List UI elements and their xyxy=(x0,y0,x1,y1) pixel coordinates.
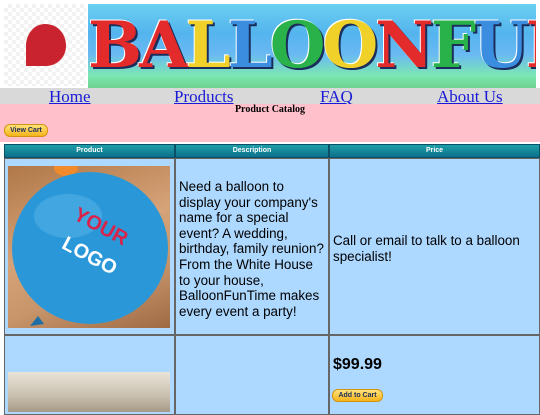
brand-letter: A xyxy=(139,8,189,83)
catalog-band: Product Catalog View Cart xyxy=(0,104,540,142)
table-row-1-price-cell: Call or email to talk to a balloon speci… xyxy=(329,158,540,335)
view-cart-button[interactable]: View Cart xyxy=(4,124,48,137)
product-image-2 xyxy=(8,372,170,412)
site-header: BALLOONFUNTIME xyxy=(0,0,540,88)
column-header-price: Price xyxy=(329,144,540,158)
brand-banner: BALLOONFUNTIME xyxy=(88,4,536,88)
logo xyxy=(4,4,86,86)
brand-letter: F xyxy=(430,8,476,83)
column-header-description: Description xyxy=(175,144,329,158)
add-to-cart-button[interactable]: Add to Cart xyxy=(332,389,383,402)
page-title: Product Catalog xyxy=(234,104,306,115)
brand-letter: B xyxy=(88,8,142,83)
price-contact-text: Call or email to talk to a balloon speci… xyxy=(333,233,520,264)
brand-letter: L xyxy=(227,8,273,83)
column-header-product: Product xyxy=(4,144,175,158)
brand-letter: N xyxy=(526,8,536,83)
table-header: Product Description Price xyxy=(4,144,540,158)
logo-balloon-image: YOUR LOGO xyxy=(8,166,170,328)
product-price: $99.99 xyxy=(333,356,382,373)
brand-title: BALLOONFUNTIME xyxy=(88,8,536,84)
brand-letter: O xyxy=(322,8,379,83)
product-table: Product Description Price YOUR LOGO Need… xyxy=(0,142,540,415)
table-row-1-description-cell: Need a balloon to display your company's… xyxy=(175,158,329,335)
table-row-2-price-cell: $99.99 Add to Cart xyxy=(329,335,540,415)
brand-letter: O xyxy=(269,8,326,83)
blue-balloon-icon: YOUR LOGO xyxy=(12,166,168,326)
product-description: Need a balloon to display your company's… xyxy=(179,179,324,319)
red-balloon-icon xyxy=(26,24,66,66)
brand-letter: L xyxy=(185,8,231,83)
brand-letter: U xyxy=(473,8,529,83)
table-row-2-description-cell xyxy=(175,335,329,415)
brand-letter: N xyxy=(375,8,433,83)
